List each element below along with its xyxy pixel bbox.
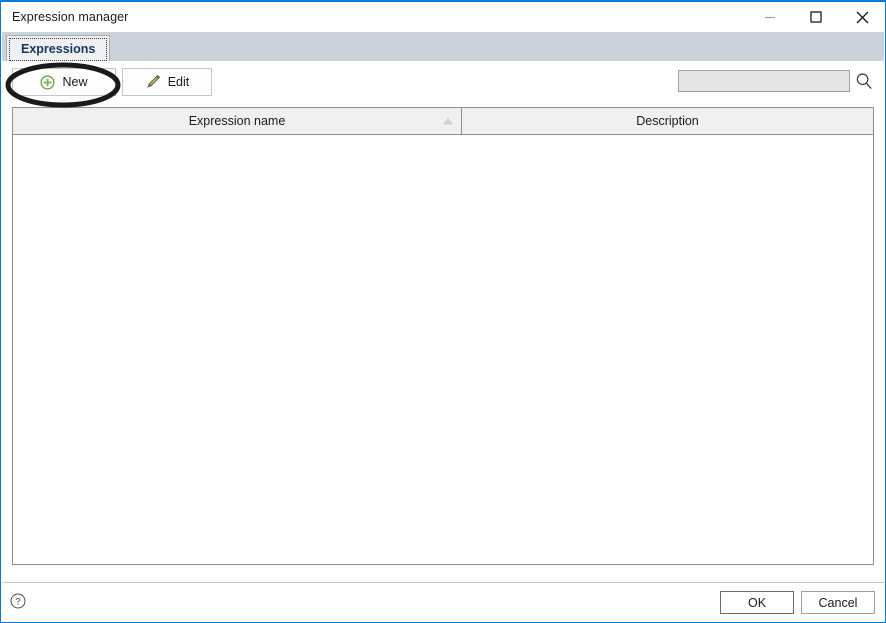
sort-ascending-icon [443, 117, 453, 125]
grid-body-empty[interactable] [13, 135, 873, 564]
window-title: Expression manager [12, 10, 129, 24]
cancel-button[interactable]: Cancel [801, 591, 875, 614]
tab-expressions[interactable]: Expressions [6, 35, 111, 61]
expressions-grid: Expression name Description [12, 107, 874, 565]
title-bar: Expression manager [1, 2, 885, 32]
help-circle-icon[interactable]: ? [9, 592, 27, 610]
column-header-description-label: Description [636, 114, 699, 128]
search-area [678, 70, 874, 92]
maximize-icon [810, 11, 822, 23]
minimize-icon [764, 11, 776, 23]
grid-header-row: Expression name Description [13, 108, 873, 135]
minimize-button[interactable] [747, 2, 793, 32]
column-header-expression-name[interactable]: Expression name [13, 108, 462, 134]
tab-expressions-label: Expressions [21, 41, 96, 56]
window-controls [747, 2, 885, 32]
edit-button-label: Edit [167, 75, 190, 89]
toolbar: New Edit [2, 61, 884, 107]
column-header-expression-name-label: Expression name [188, 114, 286, 128]
search-icon[interactable] [854, 71, 874, 91]
close-icon [856, 11, 869, 24]
tab-page-expressions: New Edit Expression name Description ? O… [2, 61, 884, 621]
expression-manager-window: Expression manager Expressions New Edit … [0, 0, 886, 623]
plus-circle-icon [40, 74, 55, 90]
edit-button[interactable]: Edit [122, 68, 212, 96]
ok-button[interactable]: OK [720, 591, 794, 614]
maximize-button[interactable] [793, 2, 839, 32]
svg-text:?: ? [15, 597, 20, 608]
new-button[interactable]: New [12, 68, 116, 96]
cancel-button-label: Cancel [818, 595, 858, 610]
new-button-label: New [62, 75, 88, 89]
close-button[interactable] [839, 2, 885, 32]
footer-bar: ? OK Cancel [2, 583, 884, 621]
pencil-icon [145, 74, 161, 90]
column-header-description[interactable]: Description [462, 108, 873, 134]
tab-strip: Expressions [2, 32, 884, 61]
search-input[interactable] [678, 70, 850, 92]
ok-button-label: OK [747, 595, 767, 610]
